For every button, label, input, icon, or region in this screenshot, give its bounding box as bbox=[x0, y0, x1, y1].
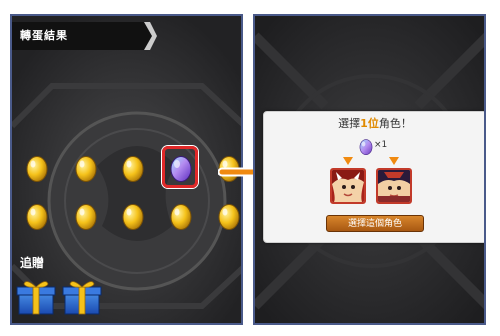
gift-box-icon bbox=[16, 281, 56, 315]
header-suffix: 角色！ bbox=[378, 117, 412, 130]
gift-box-icon bbox=[62, 281, 102, 315]
gold-egg-icon[interactable] bbox=[122, 202, 144, 230]
header-prefix: 選擇 bbox=[338, 117, 361, 130]
gold-egg-icon[interactable] bbox=[170, 202, 192, 230]
selection-ring bbox=[162, 146, 198, 188]
result-header: 選擇1位角色！ bbox=[264, 112, 484, 136]
bonus-label: 追贈 bbox=[20, 256, 45, 270]
gold-egg-icon[interactable] bbox=[122, 154, 144, 182]
panel-title: 轉蛋結果 bbox=[20, 29, 68, 42]
character-portrait-image bbox=[378, 170, 410, 202]
character-portrait-image bbox=[332, 170, 364, 202]
character-select-panel: 選擇1位角色！ ×1 選擇這個角色 bbox=[253, 14, 486, 325]
egg-count-text: ×1 bbox=[374, 140, 388, 150]
character-portrait-1[interactable] bbox=[330, 168, 366, 204]
header-highlight: 1位 bbox=[360, 117, 379, 130]
character-portrait-2[interactable] bbox=[376, 168, 412, 204]
result-box: 選擇1位角色！ ×1 選擇這個角色 bbox=[263, 111, 484, 243]
egg-count: ×1 bbox=[359, 138, 387, 155]
gacha-result-panel: 轉蛋結果 追贈 bbox=[10, 14, 243, 325]
gold-egg-icon[interactable] bbox=[75, 154, 97, 182]
chevron-down-icon bbox=[389, 157, 399, 165]
gold-egg-icon[interactable] bbox=[218, 202, 240, 230]
chevron-down-icon bbox=[343, 157, 353, 165]
gold-egg-icon[interactable] bbox=[75, 202, 97, 230]
select-character-button[interactable]: 選擇這個角色 bbox=[326, 215, 424, 232]
rainbow-egg-icon bbox=[359, 139, 373, 155]
gold-egg-icon[interactable] bbox=[26, 202, 48, 230]
gold-egg-icon[interactable] bbox=[26, 154, 48, 182]
